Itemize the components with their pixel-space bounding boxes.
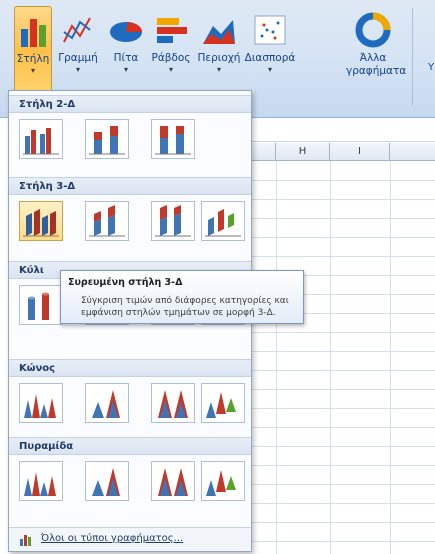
pie-chart-icon	[110, 22, 143, 42]
bar-chart-label: Ράβδος	[151, 52, 191, 64]
line-chart-icon	[63, 17, 91, 43]
column-chart-icon	[21, 19, 46, 47]
pyramid-chart-icon	[24, 472, 56, 496]
pyramid-3d-option[interactable]	[201, 461, 245, 501]
line-chart-label: Γραμμή	[58, 52, 98, 64]
ribbon-more-label: Y	[428, 62, 435, 73]
chart-types-icon	[20, 535, 31, 546]
percent-column-3d-icon	[155, 205, 191, 237]
gridline	[252, 446, 435, 447]
ribbon-separator	[412, 8, 413, 106]
area-chart-label: Περιοχή	[197, 52, 241, 64]
other-charts-label: Άλλα γραφήματα	[346, 52, 407, 77]
cylinder-chart-icon	[28, 292, 49, 320]
chevron-down-icon: ▾	[216, 65, 221, 74]
column-headers: H I	[252, 143, 435, 161]
cone-clustered-option[interactable]	[19, 383, 63, 423]
cone-chart-icon	[158, 390, 188, 418]
all-chart-types-link[interactable]: Όλοι οι τύποι γραφήματος...	[9, 527, 251, 551]
percent-column-icon	[155, 126, 191, 155]
section-header-pyramid: Πυραμίδα	[9, 437, 251, 455]
formula-bar[interactable]	[252, 118, 435, 142]
scatter-chart-icon	[254, 15, 286, 45]
column-header[interactable]	[390, 143, 435, 161]
pyramid-chart-icon	[158, 468, 188, 496]
gridline	[252, 351, 435, 352]
gridline	[252, 199, 435, 200]
scatter-chart-label: Διασπορά	[244, 52, 296, 64]
clustered-column-icon	[23, 128, 59, 155]
column-header-i[interactable]: I	[330, 143, 390, 161]
pyramid-chart-icon	[206, 470, 236, 496]
gridline	[252, 180, 435, 181]
chevron-down-icon: ▾	[30, 66, 35, 75]
chevron-down-icon: ▾	[123, 65, 128, 74]
tooltip: Συρευμένη στήλη 3-Δ Σύγκριση τιμών από δ…	[60, 270, 304, 324]
gridline	[252, 465, 435, 466]
pyramid-percent-option[interactable]	[151, 461, 195, 501]
cone-percent-option[interactable]	[151, 383, 195, 423]
stacked-column-3d-icon	[89, 205, 125, 237]
gridline	[252, 503, 435, 504]
other-charts-button[interactable]: Άλλα γραφήματα	[346, 6, 407, 106]
cone-3d-option[interactable]	[201, 383, 245, 423]
column-3d-depth-icon	[205, 209, 241, 237]
pyramid-chart-icon	[92, 468, 120, 496]
cylinder-option-1[interactable]	[19, 285, 63, 325]
chevron-down-icon: ▾	[267, 65, 272, 74]
worksheet-grid[interactable]: H I	[252, 118, 435, 554]
bar-chart-icon	[157, 18, 187, 43]
gridline	[330, 161, 331, 554]
column-3d-depth-option[interactable]	[201, 201, 245, 241]
column-header-h[interactable]: H	[276, 143, 330, 161]
gridline	[252, 332, 435, 333]
percent-column-3d-option[interactable]	[151, 201, 195, 241]
pyramid-stacked-option[interactable]	[85, 461, 129, 501]
clustered-column-2d-option[interactable]	[19, 119, 63, 159]
pyramid-clustered-option[interactable]	[19, 461, 63, 501]
other-charts-icon	[355, 12, 391, 48]
gridline	[252, 218, 435, 219]
column-3d-icon	[23, 209, 59, 237]
gridline	[252, 389, 435, 390]
chevron-down-icon: ▾	[75, 65, 80, 74]
stacked-column-icon	[89, 126, 125, 155]
column-chart-label: Στήλη	[16, 53, 50, 65]
gridline	[252, 522, 435, 523]
stacked-column-2d-option[interactable]	[85, 119, 129, 159]
gridline	[252, 256, 435, 257]
gridline	[252, 484, 435, 485]
gridline	[390, 161, 391, 554]
tooltip-description: Σύγκριση τιμών από διάφορες κατηγορίες κ…	[81, 296, 289, 318]
percent-column-2d-option[interactable]	[151, 119, 195, 159]
cone-chart-icon	[206, 392, 236, 418]
section-header-2d-column: Στήλη 2-Δ	[9, 95, 251, 113]
stacked-column-3d-alt-option[interactable]	[85, 201, 129, 241]
gridline	[252, 541, 435, 542]
section-header-cone: Κώνος	[9, 359, 251, 377]
pie-chart-label: Πίτα	[113, 52, 139, 64]
gridline	[276, 161, 277, 554]
all-chart-types-label: Όλοι οι τύποι γραφήματος...	[41, 533, 184, 544]
gridline	[252, 370, 435, 371]
area-chart-icon	[203, 20, 235, 44]
cone-chart-icon	[92, 390, 120, 418]
chevron-down-icon: ▾	[168, 65, 173, 74]
section-header-3d-column: Στήλη 3-Δ	[9, 177, 251, 195]
gridline	[252, 408, 435, 409]
tooltip-title: Συρευμένη στήλη 3-Δ	[68, 277, 183, 288]
cone-chart-icon	[24, 394, 56, 418]
cone-stacked-option[interactable]	[85, 383, 129, 423]
gridline	[252, 237, 435, 238]
gridline	[252, 427, 435, 428]
stacked-column-3d-option[interactable]	[19, 201, 63, 241]
column-header[interactable]	[252, 143, 276, 161]
